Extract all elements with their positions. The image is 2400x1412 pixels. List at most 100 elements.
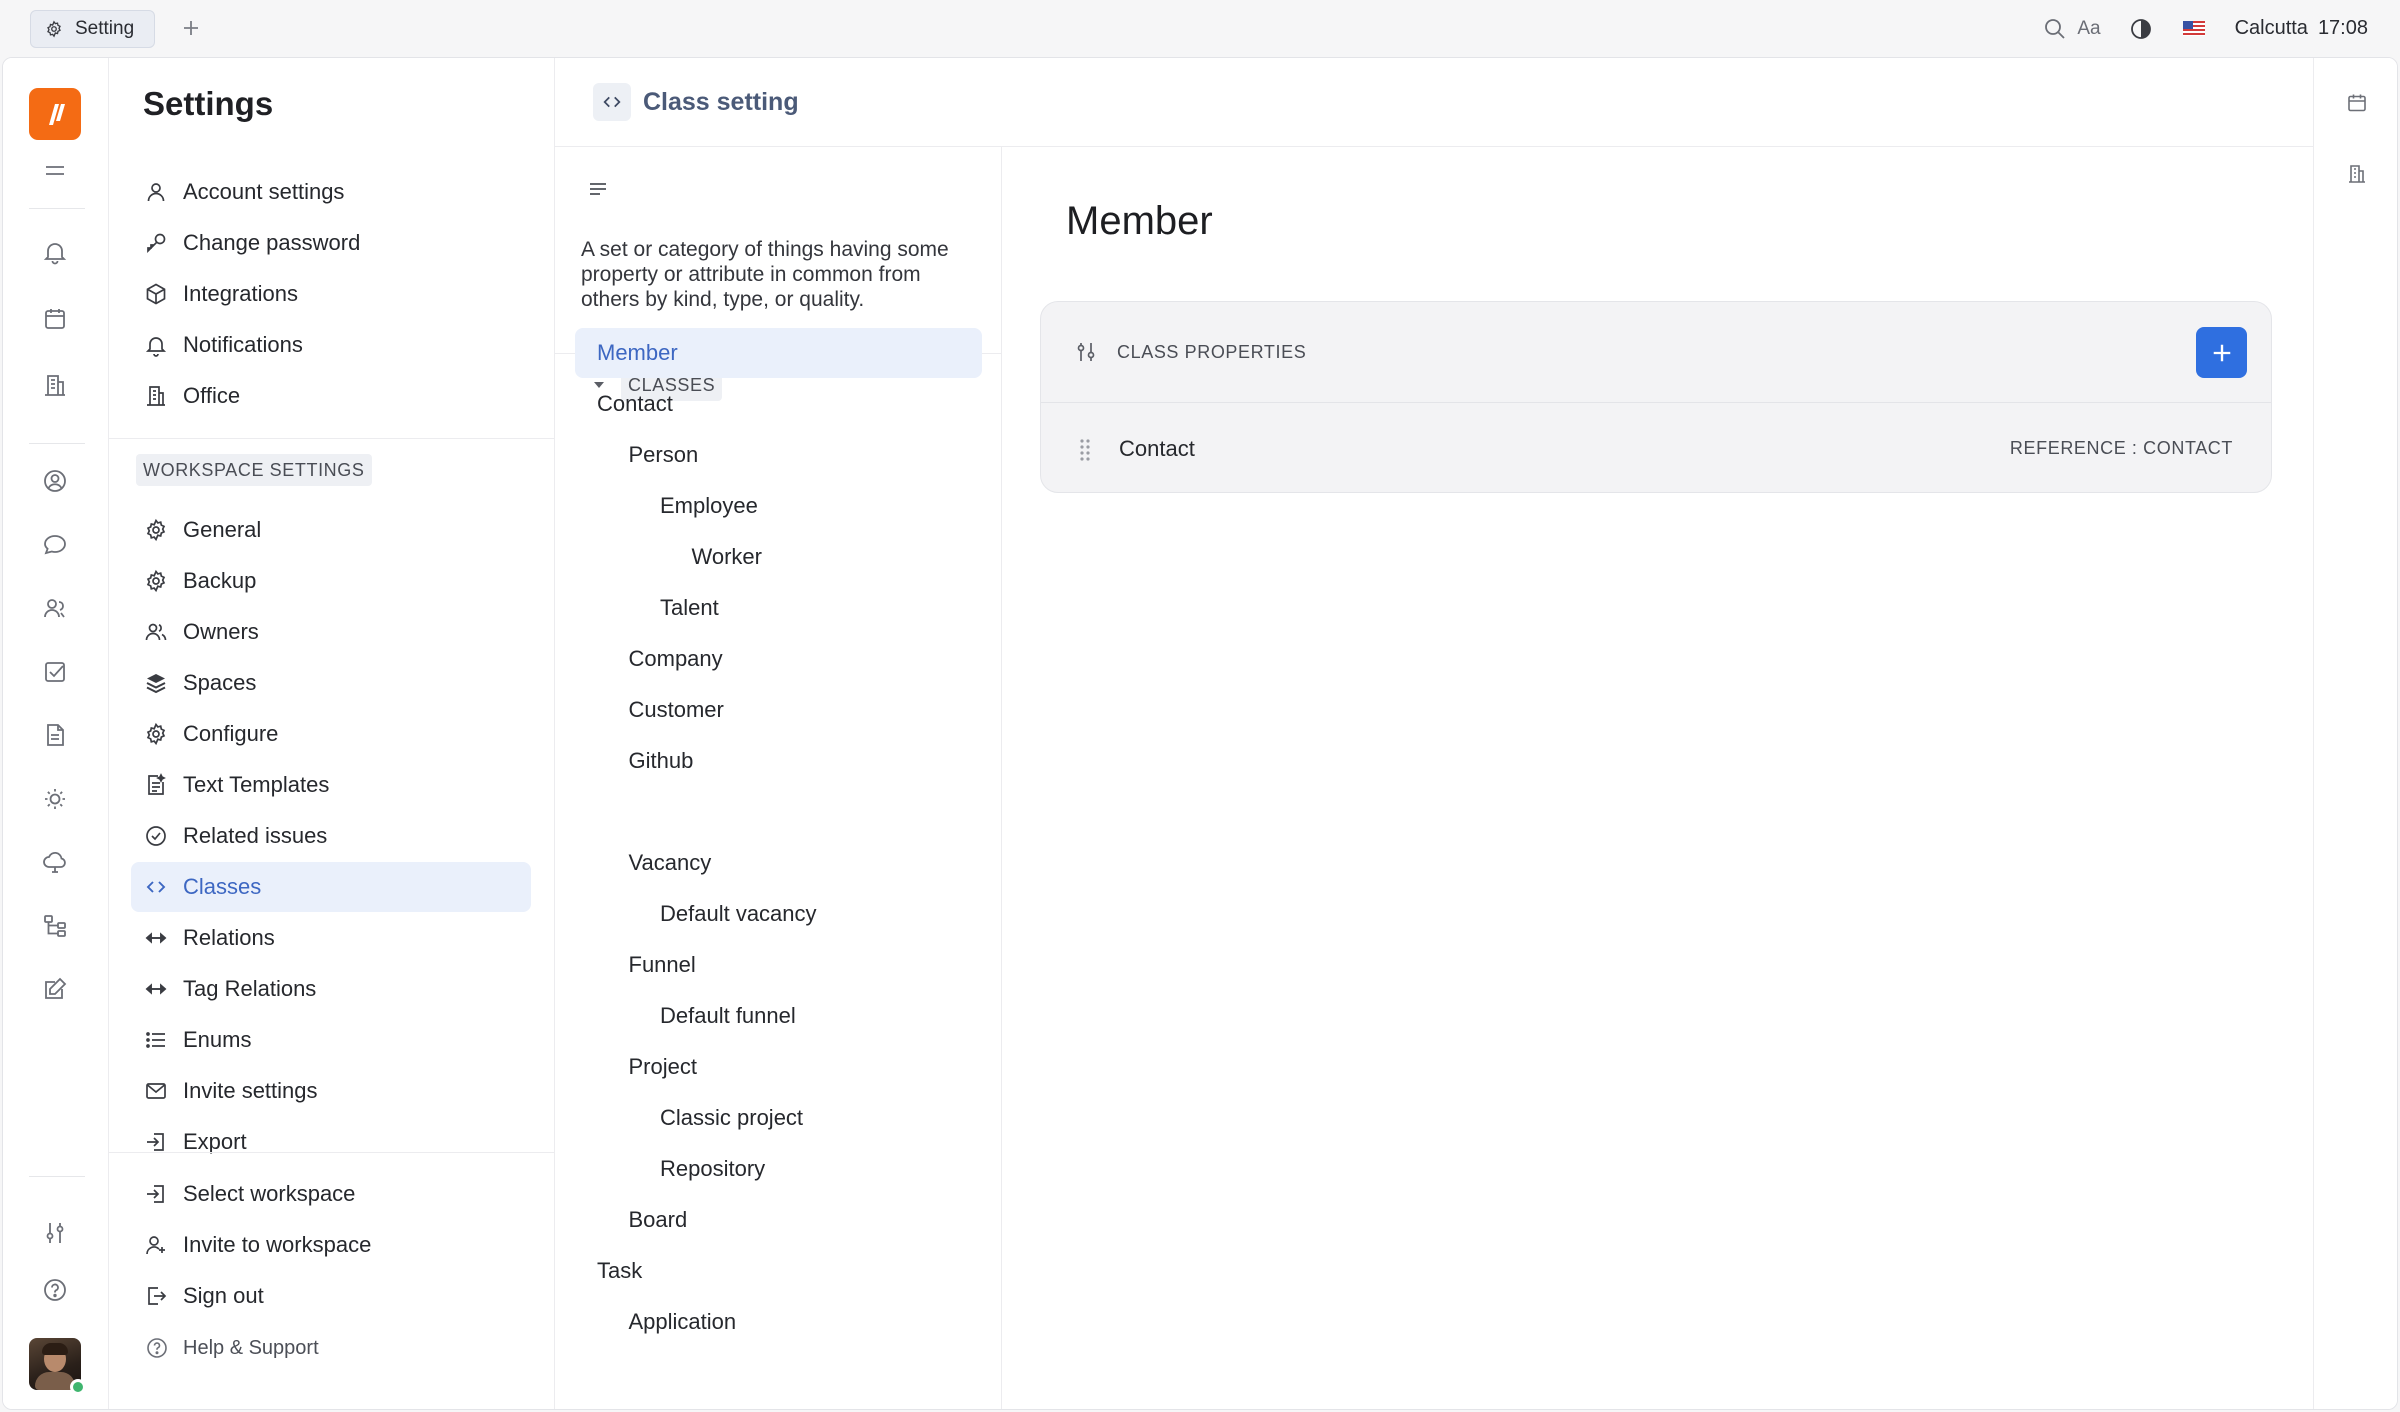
class-tree-item[interactable]: Contact (597, 379, 673, 429)
class-tree-item[interactable]: Worker (692, 532, 763, 582)
help-circle-icon[interactable] (34, 1269, 76, 1311)
rail-divider (29, 1176, 85, 1177)
building-icon[interactable] (34, 364, 76, 406)
help-circle-icon (145, 1336, 169, 1360)
nav-backup[interactable]: Backup (131, 556, 531, 606)
gear-icon (143, 568, 169, 594)
nav-invite-settings[interactable]: Invite settings (131, 1066, 531, 1116)
sliders-icon (1073, 339, 1099, 365)
class-tree-item[interactable]: Customer (629, 685, 724, 735)
user-circle-icon[interactable] (34, 460, 76, 502)
nav-sign-out[interactable]: Sign out (131, 1271, 531, 1321)
menu-icon[interactable] (585, 176, 611, 202)
nav-label: Integrations (183, 281, 298, 306)
nav-tag-relations[interactable]: Tag Relations (131, 964, 531, 1014)
time-label: 17:08 (2317, 17, 2368, 39)
building-icon (143, 383, 169, 409)
key-icon (143, 230, 169, 256)
location-clock[interactable]: Calcutta 17:08 (2235, 17, 2368, 40)
class-tree-item[interactable]: Vacancy (629, 838, 712, 888)
class-tree-item[interactable]: Person (629, 430, 699, 480)
nav-integrations[interactable]: Integrations (131, 269, 531, 319)
class-tree-item[interactable]: Application (629, 1297, 737, 1347)
location-label: Calcutta (2234, 17, 2308, 39)
nav-related-issues[interactable]: Related issues (131, 811, 531, 861)
add-tab-button[interactable] (176, 13, 206, 43)
check-circle-icon (143, 823, 169, 849)
nav-text-templates[interactable]: Text Templates (131, 760, 531, 810)
chat-icon[interactable] (34, 524, 76, 566)
nav-office[interactable]: Office (131, 371, 531, 421)
online-status-dot (70, 1379, 86, 1395)
document-icon[interactable] (34, 714, 76, 756)
tab-setting[interactable]: Setting (30, 10, 156, 48)
edit-icon[interactable] (34, 968, 76, 1010)
drag-handle-icon[interactable] (1077, 436, 1093, 462)
theme-contrast-icon[interactable] (2129, 17, 2153, 41)
class-tree-item[interactable]: Project (629, 1042, 697, 1092)
nav-configure[interactable]: Configure (131, 709, 531, 759)
task-check-icon[interactable] (34, 651, 76, 693)
class-tree-item[interactable]: Funnel (629, 940, 696, 990)
nav-label: Office (183, 383, 241, 408)
nav-change-password[interactable]: Change password (131, 218, 531, 268)
property-type: REFERENCE : CONTACT (2009, 438, 2233, 458)
class-tree-item[interactable]: Repository (660, 1144, 765, 1194)
contacts-icon[interactable] (34, 587, 76, 629)
font-size-button[interactable]: Aa (2077, 18, 2100, 40)
nav-enums[interactable]: Enums (131, 1015, 531, 1065)
plus-icon (2209, 340, 2235, 366)
app-logo[interactable] (29, 88, 81, 140)
nav-label: Account settings (183, 179, 345, 204)
calendar-icon[interactable] (2342, 88, 2372, 118)
nav-account-settings[interactable]: Account settings (131, 167, 531, 217)
nav-notifications[interactable]: Notifications (131, 320, 531, 370)
nav-select-workspace[interactable]: Select workspace (131, 1169, 531, 1219)
search-icon[interactable] (2043, 17, 2067, 41)
nav-label: Select workspace (183, 1181, 356, 1206)
code-icon (143, 874, 169, 900)
gear-icon (143, 517, 169, 543)
hierarchy-icon[interactable] (34, 905, 76, 947)
class-tree-item[interactable]: Member (575, 328, 982, 378)
class-properties-card: CLASS PROPERTIES Contact REFERENCE : CON… (1040, 301, 2272, 493)
nav-label: Change password (183, 230, 361, 255)
us-flag-icon[interactable] (2182, 21, 2205, 36)
class-properties-label: CLASS PROPERTIES (1117, 341, 1307, 362)
nav-invite-to-workspace[interactable]: Invite to workspace (131, 1220, 531, 1270)
nav-relations[interactable]: Relations (131, 913, 531, 963)
building-icon[interactable] (2342, 159, 2372, 189)
mail-icon (143, 1078, 169, 1104)
rail-divider (29, 443, 85, 444)
class-tree-item[interactable]: Company (629, 634, 723, 684)
nav-label: Enums (183, 1027, 252, 1052)
nav-label: Spaces (183, 670, 257, 695)
property-row[interactable]: Contact REFERENCE : CONTACT (1041, 403, 2271, 492)
nav-export[interactable]: Export (131, 1117, 531, 1167)
bell-icon[interactable] (34, 231, 76, 273)
calendar-icon[interactable] (34, 298, 76, 340)
class-tree-item[interactable]: Board (629, 1195, 688, 1245)
class-tree-item[interactable]: Default funnel (660, 991, 796, 1041)
nav-owners[interactable]: Owners (131, 607, 531, 657)
class-tree-item[interactable]: Employee (660, 481, 758, 531)
class-tree-item[interactable]: Classic project (660, 1093, 803, 1143)
sliders-icon[interactable] (34, 1212, 76, 1254)
help-support-link[interactable]: Help & Support (145, 1336, 319, 1360)
nav-label: Sign out (183, 1283, 264, 1308)
nav-spaces[interactable]: Spaces (131, 658, 531, 708)
class-tree-item[interactable]: Github (629, 736, 694, 786)
menu-icon[interactable] (34, 150, 76, 192)
cloud-icon[interactable] (34, 841, 76, 883)
nav-general[interactable]: General (131, 505, 531, 555)
add-property-button[interactable] (2196, 327, 2247, 378)
class-tree-item[interactable]: Task (597, 1246, 642, 1296)
class-tree-item[interactable]: Talent (660, 583, 719, 633)
nav-classes[interactable]: Classes (131, 862, 531, 912)
right-rail (2313, 58, 2397, 1409)
plus-icon (181, 18, 201, 38)
nav-label: Text Templates (183, 772, 330, 797)
sun-icon[interactable] (34, 778, 76, 820)
avatar[interactable] (29, 1338, 86, 1395)
class-tree-item[interactable]: Default vacancy (660, 889, 817, 939)
